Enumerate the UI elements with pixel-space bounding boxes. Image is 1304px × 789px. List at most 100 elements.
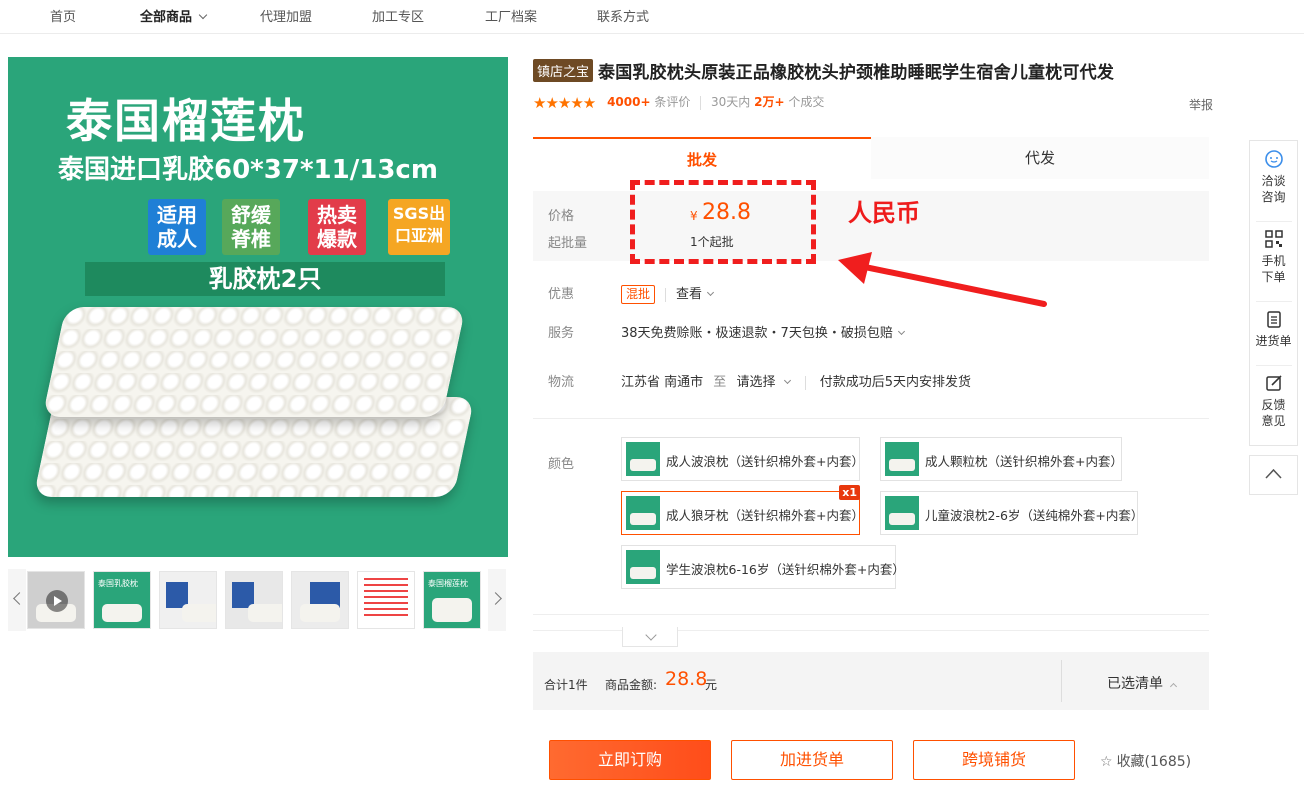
sku-text: 儿童波浪枕2-6岁（送纯棉外套+内套） xyxy=(925,508,1144,523)
sku-text: 成人波浪枕（送针织棉外套+内套） xyxy=(666,454,864,469)
selected-list-toggle[interactable]: 已选清单 xyxy=(1107,673,1178,693)
divider xyxy=(1256,301,1292,302)
annotation-text: 人民币 xyxy=(848,199,920,227)
thumb-prev-arrow-icon[interactable] xyxy=(8,569,26,631)
play-icon xyxy=(46,590,68,612)
thumbnail-2[interactable]: 泰国乳胶枕 xyxy=(93,571,151,629)
divider xyxy=(1256,221,1292,222)
image-subtitle: 泰国进口乳胶60*37*11/13cm xyxy=(58,155,438,185)
expand-toggle-icon[interactable] xyxy=(622,627,678,647)
review-label: 条评价 xyxy=(654,95,691,109)
promo-view-link[interactable]: 查看 xyxy=(676,287,702,302)
sku-quantity-badge: x1 xyxy=(839,485,860,500)
thumb-pillow xyxy=(432,598,472,622)
thumbnail-5[interactable] xyxy=(291,571,349,629)
chevron-down-icon xyxy=(198,10,208,20)
rating-stars-icon: ★★★★★ xyxy=(533,93,596,112)
sku-option-kids-wave[interactable]: 儿童波浪枕2-6岁（送纯棉外套+内套） xyxy=(880,491,1143,535)
side-mobile-order[interactable]: 手机 下单 xyxy=(1250,229,1297,285)
chevron-down-icon xyxy=(897,327,905,336)
sku-option-student-wave[interactable]: 学生波浪枕6-16岁（送针织棉外套+内套） xyxy=(621,545,905,589)
price-label: 价格 xyxy=(548,209,575,224)
tab-wholesale[interactable]: 批发 xyxy=(533,137,871,179)
image-tag-spine-text: 舒缓脊椎 xyxy=(231,203,271,251)
image-tag-adult-text: 适用成人 xyxy=(157,203,197,251)
add-to-cart-button[interactable]: 加进货单 xyxy=(731,740,893,780)
thumbnail-6[interactable] xyxy=(357,571,415,629)
thumbnail-7[interactable]: 泰国榴莲枕 xyxy=(423,571,481,629)
destination-select[interactable]: 请选择 xyxy=(736,375,792,390)
chevron-down-icon xyxy=(784,376,792,385)
thumbnail-7-text: 泰国榴莲枕 xyxy=(428,579,468,588)
sku-thumbnail xyxy=(626,442,660,476)
logistics-label: 物流 xyxy=(548,375,575,390)
cross-border-button[interactable]: 跨境铺货 xyxy=(913,740,1075,780)
sku-thumbnail xyxy=(626,550,660,584)
order-summary-bar: 合计1件 商品金额: 28.8 元 已选清单 xyxy=(533,652,1209,710)
moq-label: 起批量 xyxy=(548,236,588,251)
tab-dropship[interactable]: 代发 xyxy=(871,137,1209,179)
sku-text: 成人颗粒枕（送针织棉外套+内套） xyxy=(925,454,1123,469)
nav-factory-archive[interactable]: 工厂档案 xyxy=(485,6,537,25)
thumbnail-3[interactable] xyxy=(159,571,217,629)
buy-now-button[interactable]: 立即订购 xyxy=(549,740,711,780)
nav-contact[interactable]: 联系方式 xyxy=(597,6,649,25)
purchase-mode-tabs: 批发 代发 xyxy=(533,137,1209,179)
divider xyxy=(1256,365,1292,366)
nav-processing[interactable]: 加工专区 xyxy=(372,6,424,25)
favorite-label: 收藏(1685) xyxy=(1116,754,1192,770)
floating-side-toolbar: 洽谈 咨询 手机 下单 进货单 反馈 意见 xyxy=(1249,140,1298,446)
divider xyxy=(665,287,667,302)
sku-text: 学生波浪枕6-16岁（送针织棉外套+内套） xyxy=(666,562,905,577)
thumbnail-4[interactable] xyxy=(225,571,283,629)
clipboard-icon xyxy=(1266,311,1281,328)
main-product-image[interactable]: 泰国榴莲枕 泰国进口乳胶60*37*11/13cm 适用成人 舒缓脊椎 热卖爆款… xyxy=(8,57,508,557)
side-chat[interactable]: 洽谈 咨询 xyxy=(1250,149,1297,205)
side-chat-label-1: 洽谈 xyxy=(1261,174,1286,188)
nav-agency[interactable]: 代理加盟 xyxy=(260,6,312,25)
report-link[interactable]: 举报 xyxy=(1189,96,1213,113)
total-items: 合计1件 xyxy=(544,678,588,692)
star-outline-icon: ☆ xyxy=(1100,754,1113,770)
service-value[interactable]: 38天免费赊账・极速退款・7天包换・破损包赔 xyxy=(621,322,905,341)
side-chat-label-2: 咨询 xyxy=(1261,190,1286,204)
nav-all-products[interactable]: 全部商品 xyxy=(140,6,208,25)
logistics-value: 江苏省 南通市 至 请选择 付款成功后5天内安排发货 xyxy=(621,371,971,390)
sold-label: 个成交 xyxy=(788,95,825,109)
thumb-pillow xyxy=(248,604,282,622)
section-divider xyxy=(533,614,1209,615)
side-purchase-list[interactable]: 进货单 xyxy=(1250,309,1297,349)
sku-thumbnail xyxy=(885,442,919,476)
edit-icon xyxy=(1265,375,1282,391)
side-feedback[interactable]: 反馈 意见 xyxy=(1250,373,1297,429)
annotation-highlight-box xyxy=(630,180,816,264)
chevron-up-icon xyxy=(1265,468,1282,479)
thumbnail-2-text: 泰国乳胶枕 xyxy=(98,579,138,588)
sku-option-adult-wolftooth[interactable]: 成人狼牙枕（送针织棉外套+内套） x1 xyxy=(621,485,864,535)
promo-value: 混批 查看 xyxy=(621,283,715,304)
thumb-pillow xyxy=(182,604,216,622)
pillow-top-image xyxy=(42,307,466,417)
sku-thumbnail xyxy=(885,496,919,530)
promo-row: 优惠 混批 查看 xyxy=(533,283,1209,304)
sold-count: 2万+ xyxy=(754,95,785,109)
selected-list-label: 已选清单 xyxy=(1107,676,1163,692)
review-count[interactable]: 4000+ xyxy=(607,95,650,109)
divider xyxy=(1061,660,1062,702)
sku-option-adult-granule[interactable]: 成人颗粒枕（送针织棉外套+内套） xyxy=(880,437,1123,481)
thumb-next-arrow-icon[interactable] xyxy=(488,569,506,631)
sku-text: 成人狼牙枕（送针织棉外套+内套） xyxy=(666,508,864,523)
back-to-top-button[interactable] xyxy=(1249,455,1298,495)
logistics-row: 物流 江苏省 南通市 至 请选择 付款成功后5天内安排发货 xyxy=(533,371,1209,391)
promo-label: 优惠 xyxy=(548,287,575,302)
thumb-pillow xyxy=(102,604,142,622)
shop-treasure-badge: 镇店之宝 xyxy=(533,59,594,82)
section-divider xyxy=(533,418,1209,419)
image-tag-sgs: SGS出口亚洲 xyxy=(388,199,450,255)
sku-option-adult-wave[interactable]: 成人波浪枕（送针织棉外套+内套） xyxy=(621,437,864,481)
favorite-button[interactable]: ☆ 收藏(1685) xyxy=(1100,751,1191,771)
nav-home[interactable]: 首页 xyxy=(50,6,76,25)
mixed-batch-tag: 混批 xyxy=(621,285,656,304)
divider xyxy=(804,375,806,390)
thumbnail-video[interactable] xyxy=(27,571,85,629)
